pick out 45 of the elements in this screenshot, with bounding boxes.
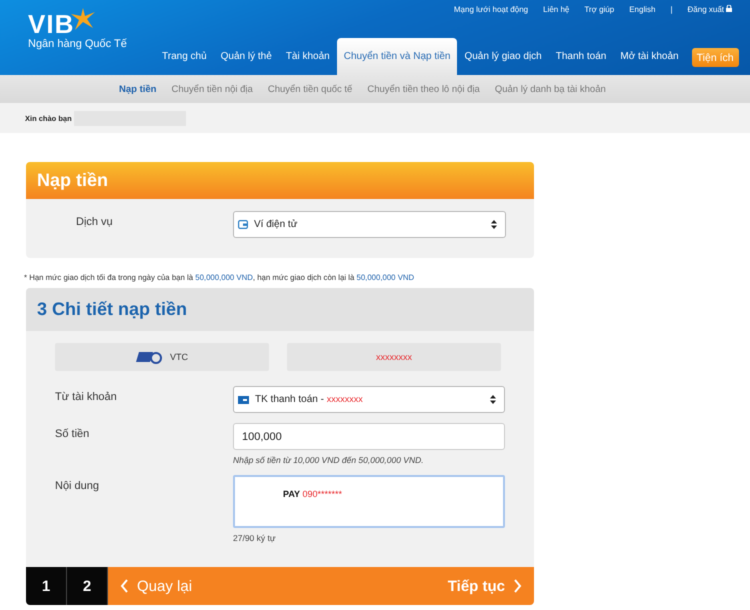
sub-nav-tab[interactable]: Quản lý danh bạ tài khoản (494, 84, 606, 94)
top-link[interactable]: Liên hệ (543, 4, 570, 15)
panel-title: Nạp tiền (37, 170, 108, 191)
wallet-icon (238, 220, 248, 229)
nav-tab[interactable]: Trang chủ (155, 38, 214, 75)
step-number: 1 (26, 567, 67, 605)
nav-tab[interactable]: Quản lý giao dịch (457, 38, 549, 75)
updown-icon (490, 395, 496, 404)
updown-icon (491, 220, 497, 229)
field-label: Dịch vụ (76, 215, 114, 228)
bank-tagline: Ngân hàng Quốc Tế (28, 38, 128, 50)
step-number: 2 (67, 567, 108, 605)
account-select[interactable]: TK thanh toán - xxxxxxxx (233, 386, 505, 413)
field-hint: 27/90 ký tự (233, 533, 277, 543)
nav-tab[interactable]: Tài khoản (278, 38, 337, 75)
panel-title: 3 Chi tiết nạp tiền (37, 299, 188, 320)
provider-name: VTC (170, 352, 188, 362)
field-label: Nội dung (55, 479, 100, 494)
separator: | (670, 4, 673, 15)
lock-icon (726, 4, 732, 12)
sub-nav-tab[interactable]: Nạp tiền (119, 84, 156, 94)
chevron-right-icon (513, 579, 522, 593)
top-link[interactable]: English (629, 4, 656, 15)
field-label: Số tiền (55, 427, 90, 442)
provider-logo (136, 350, 162, 364)
bank-logo[interactable]: VIB (28, 10, 74, 38)
field-hint: Nhập số tiền từ 10,000 VND đến 50,000,000 VND. (233, 455, 425, 465)
nav-tab[interactable]: Quản lý thẻ (214, 38, 279, 75)
top-link[interactable]: Trợ giúp (584, 4, 614, 15)
amount-field[interactable]: 100,000 (233, 423, 505, 450)
field-label: Từ tài khoản (55, 390, 118, 405)
sub-nav-tab[interactable]: Chuyển tiền nội địa (171, 84, 253, 94)
chevron-left-icon (120, 579, 129, 593)
wallet-id: xxxxxxxx (376, 352, 412, 362)
nav-tab[interactable]: Mở tài khoản (613, 38, 686, 75)
nav-tab[interactable]: Thanh toán (548, 38, 614, 75)
top-link[interactable]: Mạng lưới hoạt động (454, 4, 528, 15)
sub-nav-tab[interactable]: Chuyển tiền theo lô nội địa (367, 84, 480, 94)
card-icon (238, 396, 249, 404)
sub-nav-tab[interactable]: Chuyển tiền quốc tế (268, 84, 352, 94)
content-field[interactable]: PAY 090******* (233, 475, 505, 528)
service-select[interactable]: Ví điện tử (233, 211, 506, 238)
nav-tab[interactable]: Chuyển tiền và Nạp tiền (336, 38, 458, 75)
star-icon (71, 8, 96, 30)
logout-link[interactable]: Đăng xuất (688, 4, 732, 15)
